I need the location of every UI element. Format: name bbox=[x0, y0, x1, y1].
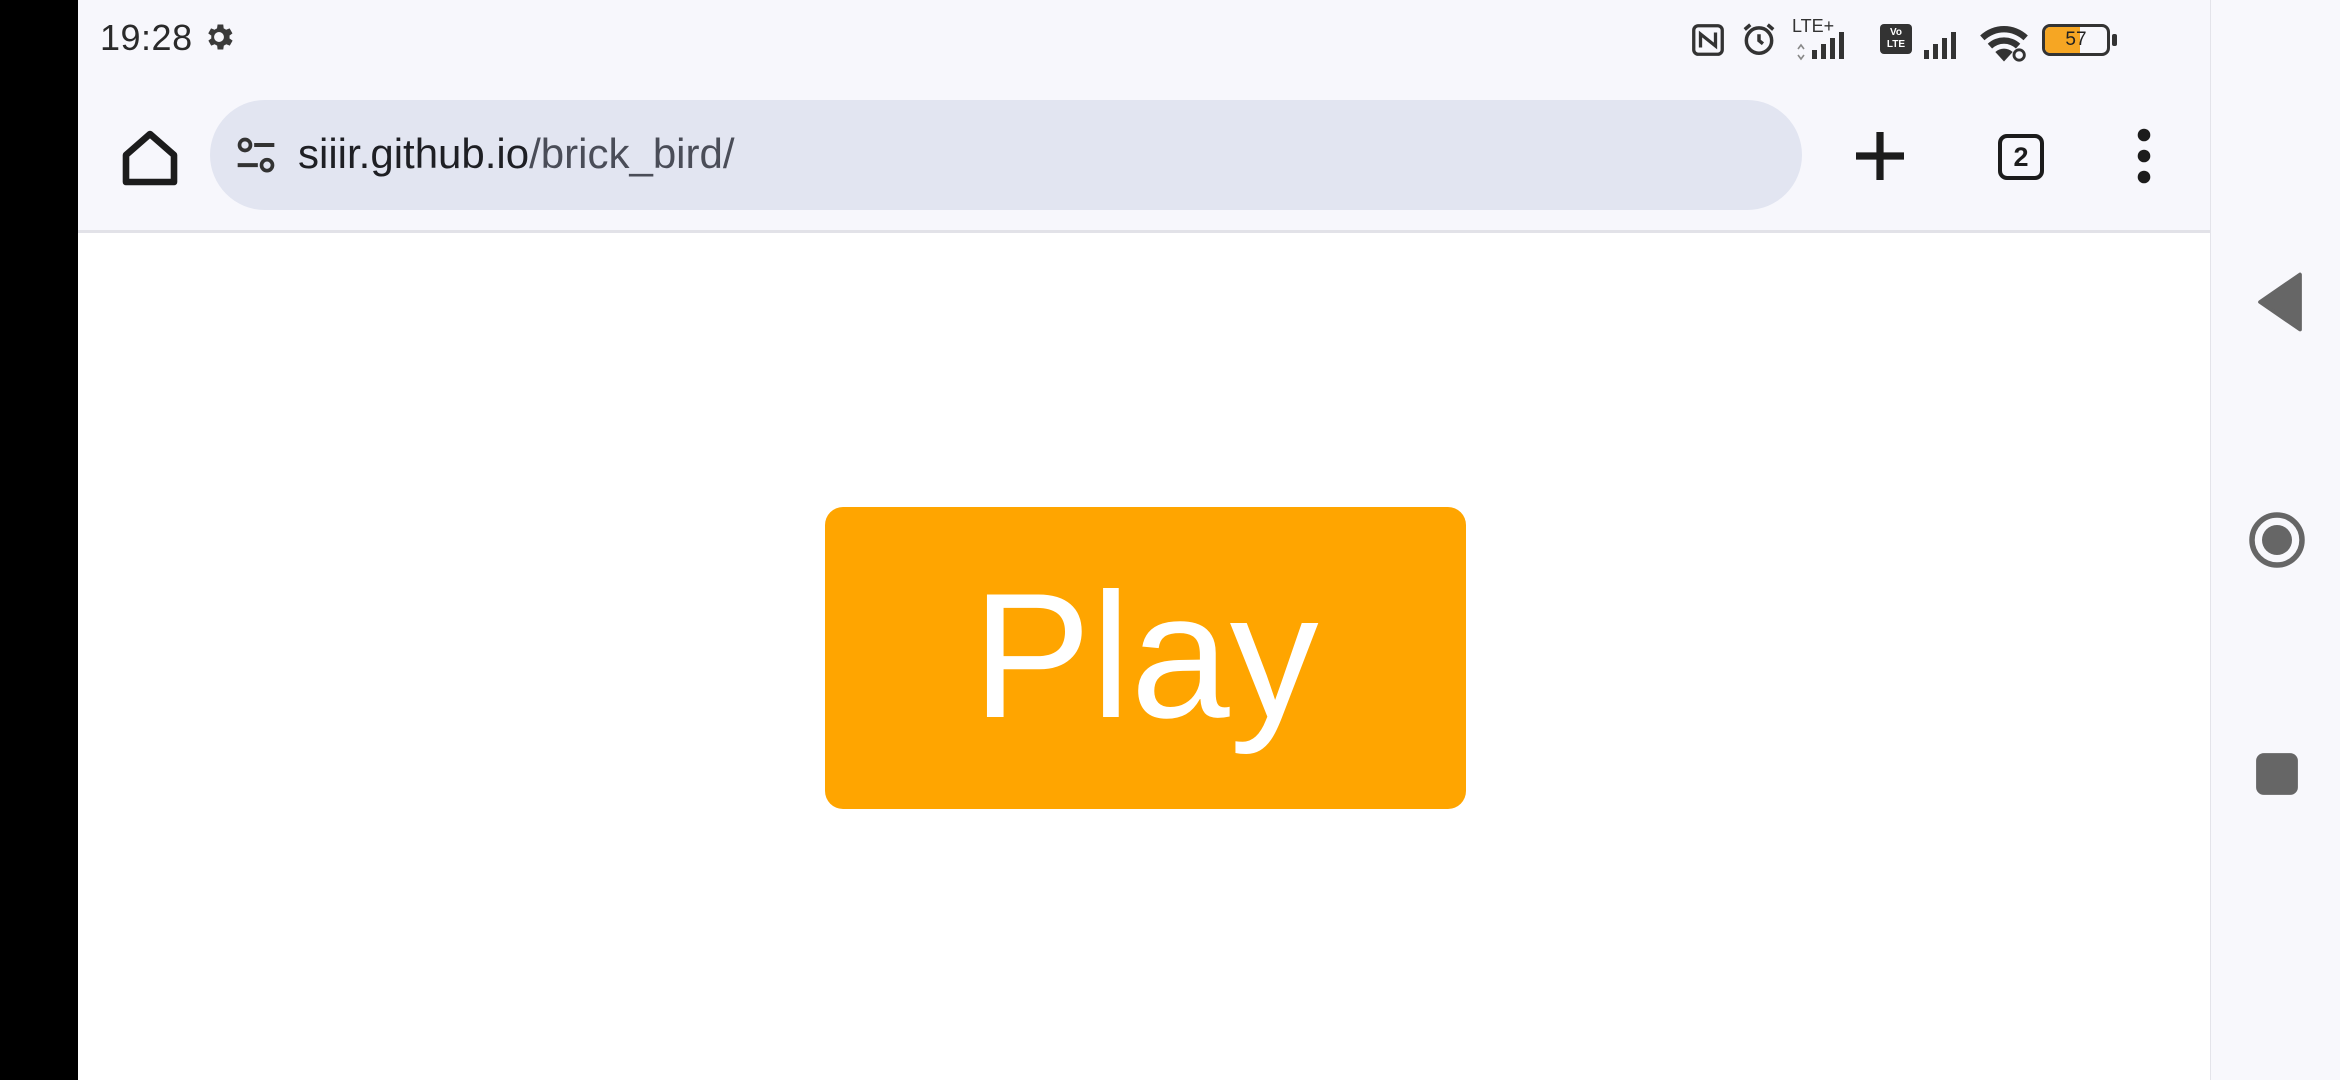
gear-icon bbox=[208, 24, 233, 50]
more-vert-icon[interactable] bbox=[2108, 120, 2180, 192]
tabs-icon: 2 bbox=[1998, 134, 2044, 180]
back-icon[interactable] bbox=[2255, 272, 2305, 332]
url-domain: siiir.github.io bbox=[298, 130, 530, 177]
volte-label: Vo LTE bbox=[1886, 27, 1906, 50]
screen-edge bbox=[0, 0, 78, 1080]
battery-icon: 57 bbox=[2042, 24, 2110, 56]
plus-icon[interactable] bbox=[1844, 120, 1916, 192]
url-text[interactable]: siiir.github.io/brick_bird/ bbox=[298, 130, 735, 178]
status-bar: 19:28 LTE+ Vo LTE 57 bbox=[78, 0, 2210, 78]
page-content: Play bbox=[78, 233, 2210, 1080]
play-button[interactable]: Play bbox=[825, 507, 1466, 809]
signal-icon bbox=[1797, 32, 1844, 61]
alarm-icon bbox=[1743, 23, 1775, 55]
status-time: 19:28 bbox=[100, 17, 193, 58]
home-circle-icon[interactable] bbox=[2247, 510, 2307, 570]
nfc-icon bbox=[1692, 24, 1724, 56]
play-label: Play bbox=[972, 555, 1319, 755]
url-path: /brick_bird/ bbox=[529, 130, 735, 177]
volte-icon: Vo LTE bbox=[1880, 24, 1912, 54]
browser-screen: 19:28 LTE+ Vo LTE 57 siiir.github.io/bri… bbox=[78, 0, 2210, 1080]
battery-level: 57 bbox=[2065, 29, 2087, 50]
browser-toolbar: siiir.github.io/brick_bird/ 2 bbox=[78, 78, 2210, 233]
tab-count: 2 bbox=[2013, 141, 2029, 172]
home-icon[interactable] bbox=[114, 122, 186, 194]
signal-icon bbox=[1924, 32, 1956, 59]
system-nav-bar bbox=[2210, 0, 2340, 1080]
site-settings-icon[interactable] bbox=[234, 134, 278, 178]
address-bar[interactable]: siiir.github.io/brick_bird/ bbox=[210, 100, 1802, 210]
recent-apps-icon[interactable] bbox=[2255, 752, 2299, 796]
tab-switcher-button[interactable]: 2 bbox=[1984, 120, 2056, 192]
wifi-icon bbox=[1980, 26, 2028, 62]
